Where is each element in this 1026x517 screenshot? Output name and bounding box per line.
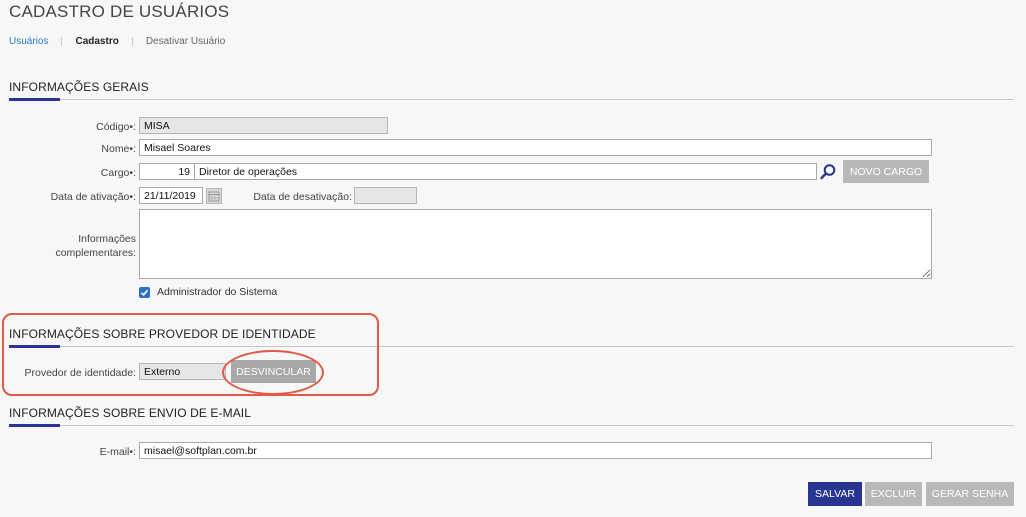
admin-checkbox-label[interactable]: Administrador do Sistema xyxy=(157,286,277,298)
section-title-general: INFORMAÇÕES GERAIS xyxy=(9,80,149,94)
nome-label: Nome•: xyxy=(101,143,136,155)
info-complementares-label-line1: Informações xyxy=(78,233,136,245)
excluir-button[interactable]: EXCLUIR xyxy=(865,482,922,506)
section-accent xyxy=(9,98,60,101)
breadcrumb-desativar-usuario[interactable]: Desativar Usuário xyxy=(146,36,225,47)
admin-checkbox[interactable] xyxy=(139,287,150,298)
salvar-button[interactable]: SALVAR xyxy=(808,482,862,506)
annotation-highlight-box xyxy=(2,313,379,396)
info-complementares-textarea[interactable] xyxy=(139,209,932,279)
section-divider xyxy=(9,425,1014,426)
section-divider xyxy=(9,99,1014,100)
page-title: CADASTRO DE USUÁRIOS xyxy=(9,2,230,21)
cargo-code-field[interactable] xyxy=(139,163,195,180)
annotation-highlight-ellipse xyxy=(222,350,324,395)
gerar-senha-button[interactable]: GERAR SENHA xyxy=(926,482,1014,506)
data-desativacao-label: Data de desativação: xyxy=(253,191,352,203)
email-field[interactable] xyxy=(139,442,932,459)
calendar-icon[interactable] xyxy=(206,188,222,204)
cargo-description-field[interactable] xyxy=(194,163,817,180)
novo-cargo-button[interactable]: NOVO CARGO xyxy=(843,160,929,183)
section-title-email: INFORMAÇÕES SOBRE ENVIO DE E-MAIL xyxy=(9,406,252,420)
breadcrumb-separator xyxy=(61,37,63,46)
breadcrumb-separator xyxy=(131,37,133,46)
data-desativacao-field[interactable] xyxy=(354,187,417,204)
section-accent xyxy=(9,424,60,427)
breadcrumb-cadastro: Cadastro xyxy=(75,36,119,47)
email-label: E-mail•: xyxy=(99,446,136,458)
breadcrumb: Usuários Cadastro Desativar Usuário xyxy=(9,36,225,47)
codigo-label: Código•: xyxy=(96,121,136,133)
info-complementares-label: Informações complementares: xyxy=(30,232,136,260)
search-icon[interactable] xyxy=(819,163,837,181)
breadcrumb-usuarios[interactable]: Usuários xyxy=(9,36,48,47)
check-icon xyxy=(140,289,149,296)
data-ativacao-label: Data de ativação•: xyxy=(50,191,136,203)
data-ativacao-field[interactable] xyxy=(139,187,203,204)
nome-field[interactable] xyxy=(139,139,932,156)
info-complementares-label-line2: complementares: xyxy=(55,247,136,259)
cargo-label: Cargo•: xyxy=(100,167,136,179)
codigo-field[interactable] xyxy=(139,117,388,134)
